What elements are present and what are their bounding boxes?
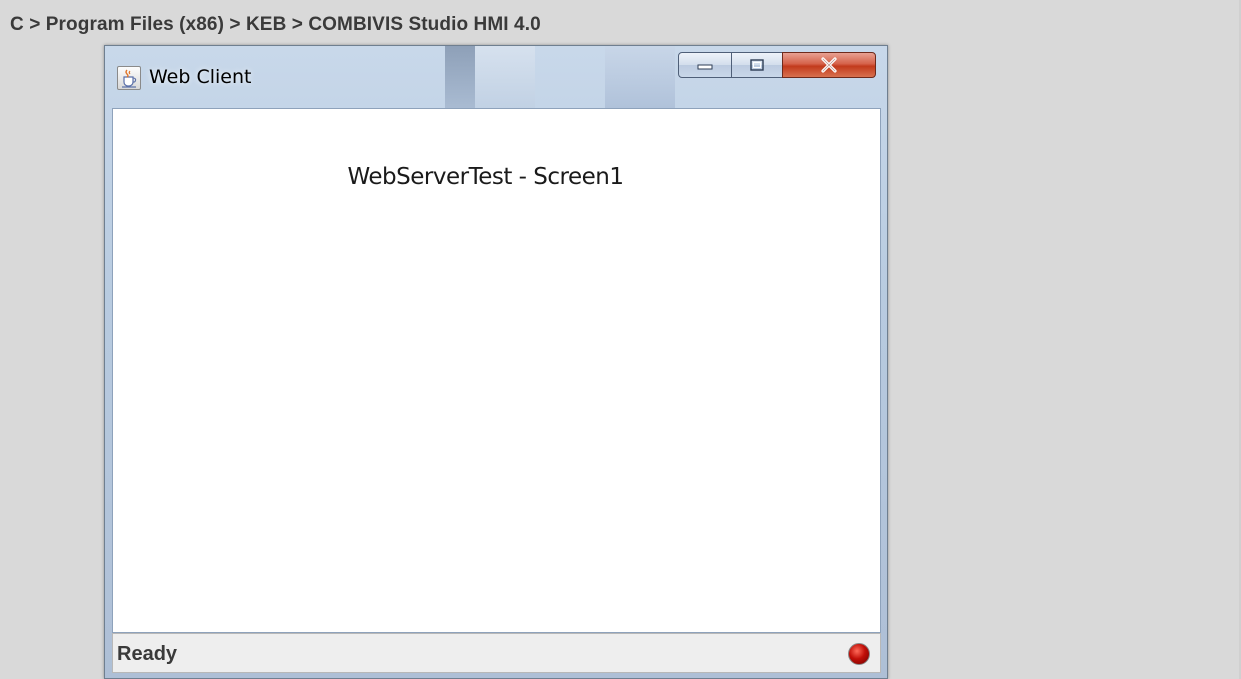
screen-title: WebServerTest - Screen1: [347, 164, 625, 190]
close-button[interactable]: [782, 52, 876, 78]
status-indicator-icon: [848, 643, 870, 665]
close-icon: [783, 53, 875, 77]
minimize-button[interactable]: [678, 52, 732, 78]
maximize-icon: [732, 53, 782, 77]
breadcrumb: C > Program Files (x86) > KEB > COMBIVIS…: [10, 14, 541, 35]
status-bar: Ready: [112, 633, 881, 673]
maximize-button[interactable]: [731, 52, 783, 78]
screenshot-frame: C > Program Files (x86) > KEB > COMBIVIS…: [0, 0, 1241, 679]
title-bar[interactable]: Web Client: [105, 46, 887, 108]
client-area[interactable]: WebServerTest - Screen1: [112, 108, 881, 633]
status-text: Ready: [117, 643, 178, 665]
web-client-window: Web Client WebServerTest - Screen1 Ready: [104, 45, 888, 679]
minimize-icon: [679, 53, 731, 77]
window-title: Web Client: [149, 66, 252, 88]
java-cup-icon[interactable]: [117, 66, 141, 90]
